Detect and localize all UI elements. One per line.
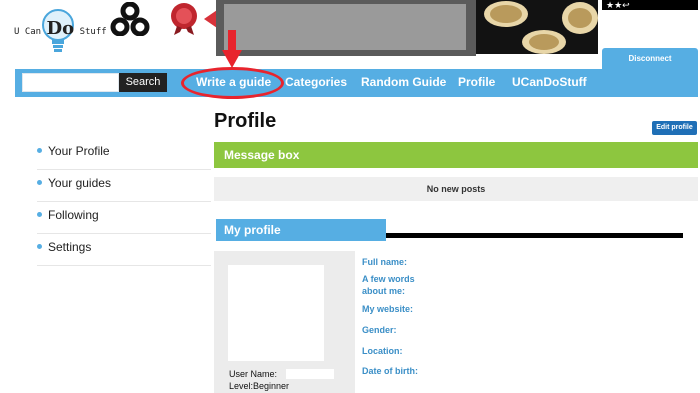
nav-random-guide[interactable]: Random Guide: [361, 75, 446, 89]
message-box-content: No new posts: [214, 177, 698, 201]
disconnect-button[interactable]: Disconnect: [602, 48, 698, 69]
avatar[interactable]: [228, 265, 324, 361]
user-name-value: [286, 369, 334, 379]
search-input[interactable]: [22, 73, 119, 92]
sidebar-item-settings[interactable]: Settings: [37, 234, 211, 266]
edit-profile-button[interactable]: Edit profile: [652, 121, 697, 135]
pendant-lamps-image: [484, 1, 598, 54]
field-gender: Gender:: [362, 325, 397, 335]
sidebar-item-your-guides[interactable]: Your guides: [37, 170, 211, 202]
logo-text: U Can Do Stuff: [14, 18, 107, 39]
search-button[interactable]: Search: [119, 73, 167, 92]
field-my-website: My website:: [362, 304, 414, 314]
sidebar-item-label: Settings: [48, 240, 92, 254]
field-date-of-birth: Date of birth:: [362, 366, 418, 376]
nav-profile[interactable]: Profile: [458, 75, 495, 89]
trefoil-icon: [110, 2, 150, 36]
lamp-photo[interactable]: [476, 0, 598, 54]
bullet-icon: [37, 180, 42, 185]
user-name-label: User Name:: [229, 369, 278, 379]
field-about-me: A few words about me:: [362, 274, 415, 296]
nav-ucandostuff[interactable]: UCanDoStuff: [512, 75, 587, 89]
page-title: Profile: [214, 110, 277, 132]
user-level: Level:Beginner: [229, 381, 290, 391]
section-divider: [386, 233, 683, 238]
sidebar-item-following[interactable]: Following: [37, 202, 211, 234]
top-right-toolbar[interactable]: ★★↩: [602, 0, 698, 10]
sidebar-item-your-profile[interactable]: Your Profile: [37, 138, 211, 170]
nav-categories[interactable]: Categories: [285, 75, 347, 89]
banner-ad-inner: [224, 4, 466, 50]
annotation-circle: [181, 67, 284, 99]
sidebar-item-label: Following: [48, 208, 99, 222]
award-ribbon-icon: [171, 3, 197, 35]
bullet-icon: [37, 244, 42, 249]
site-logo[interactable]: U Can Do Stuff: [14, 4, 107, 62]
my-profile-header: My profile: [216, 219, 386, 241]
field-full-name: Full name:: [362, 257, 408, 267]
sidebar-item-label: Your guides: [48, 176, 111, 190]
bullet-icon: [37, 148, 42, 153]
message-box-header: Message box: [214, 142, 698, 168]
down-arrow-icon: [222, 30, 242, 68]
bullet-icon: [37, 212, 42, 217]
field-location: Location:: [362, 346, 403, 356]
sidebar-item-label: Your Profile: [48, 144, 110, 158]
